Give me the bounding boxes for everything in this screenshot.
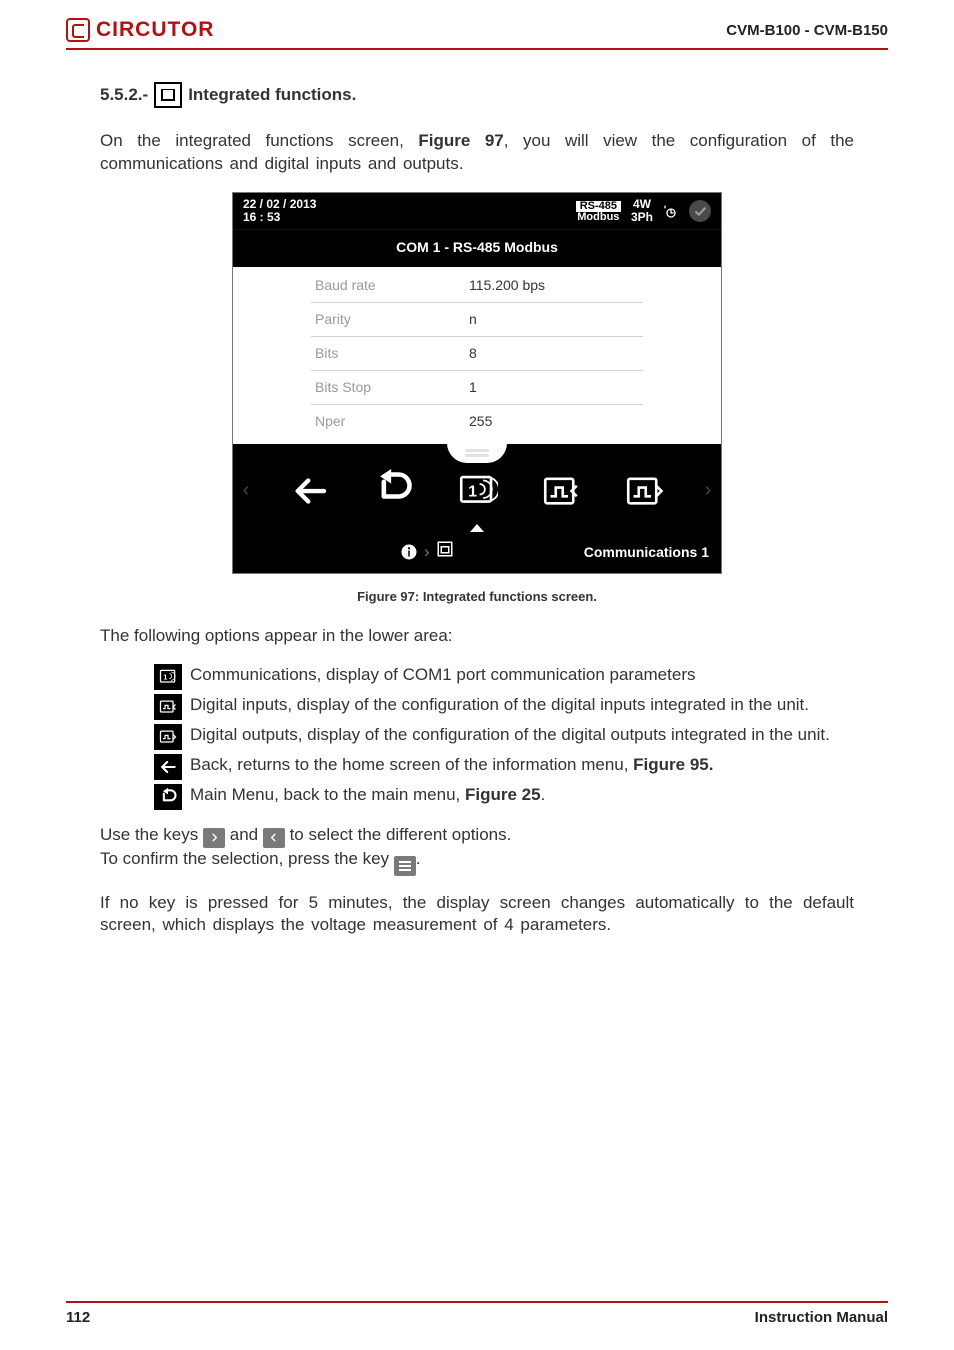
back-text-pre: Back, returns to the home screen of the … xyxy=(190,755,633,774)
timeout-paragraph: If no key is pressed for 5 minutes, the … xyxy=(100,892,854,938)
list-item: Main Menu, back to the main menu, Figure… xyxy=(154,784,854,810)
communications-icon: 1 xyxy=(154,664,182,690)
section-title: Integrated functions. xyxy=(188,84,356,107)
page-content: 5.5.2.- Integrated functions. On the int… xyxy=(0,50,954,937)
setting-value: 255 xyxy=(461,405,643,438)
chevron-left-icon[interactable]: ‹ xyxy=(239,477,253,504)
intro-text-pre: On the integrated functions screen, xyxy=(100,131,418,150)
device-datetime: 22 / 02 / 2013 16 : 53 xyxy=(243,198,316,224)
setting-key: Baud rate xyxy=(311,269,461,302)
footer-label: Instruction Manual xyxy=(755,1309,888,1326)
list-item-text: Digital outputs, display of the configur… xyxy=(190,724,854,746)
setting-key: Bits xyxy=(311,337,461,370)
info-icon xyxy=(400,543,418,561)
digital-inputs-icon[interactable] xyxy=(534,464,588,518)
table-row: Baud rate 115.200 bps xyxy=(311,269,643,303)
section-number: 5.5.2.- xyxy=(100,84,148,107)
pull-handle-icon[interactable] xyxy=(447,443,507,463)
integrated-functions-icon xyxy=(154,82,182,108)
setting-key: Parity xyxy=(311,303,461,336)
figure-caption: Figure 97: Integrated functions screen. xyxy=(100,588,854,606)
device-time: 16 : 53 xyxy=(243,211,316,224)
list-item-text: Communications, display of COM1 port com… xyxy=(190,664,854,686)
comm-protocol-indicator: RS-485 Modbus xyxy=(576,199,621,224)
digital-outputs-icon xyxy=(154,724,182,750)
page-footer: 112 Instruction Manual xyxy=(66,1301,888,1326)
device-panel-title: COM 1 - RS-485 Modbus xyxy=(233,229,721,267)
keys-text-post: to select the different options. xyxy=(290,825,512,844)
breadcrumb-square-icon xyxy=(436,540,454,565)
section-heading: 5.5.2.- Integrated functions. xyxy=(100,82,854,108)
list-item-text: Digital inputs, display of the configura… xyxy=(190,694,854,716)
brand-name: CIRCUTOR xyxy=(96,18,214,42)
device-settings-table: Baud rate 115.200 bps Parity n Bits 8 Bi… xyxy=(233,267,721,443)
setting-key: Nper xyxy=(311,405,461,438)
undo-icon xyxy=(154,784,182,810)
communications-icon[interactable]: 1 xyxy=(450,464,504,518)
keys-text-mid: and xyxy=(230,825,263,844)
page-header: CIRCUTOR CVM-B100 - CVM-B150 xyxy=(0,0,954,42)
list-item: Back, returns to the home screen of the … xyxy=(154,754,854,780)
list-item-text: Back, returns to the home screen of the … xyxy=(190,754,854,776)
device-screenshot: 22 / 02 / 2013 16 : 53 RS-485 Modbus 4W … xyxy=(232,192,722,574)
footer-label: Communications 1 xyxy=(584,543,709,562)
wiring-indicator: 4W 3Ph xyxy=(631,198,653,223)
undo-icon[interactable] xyxy=(366,464,420,518)
table-row: Nper 255 xyxy=(311,405,643,438)
menu-key-icon xyxy=(394,856,416,876)
brand-logo-mark xyxy=(66,18,90,42)
digital-outputs-icon[interactable] xyxy=(617,464,671,518)
main-text-post: . xyxy=(541,785,546,804)
table-row: Bits Stop 1 xyxy=(311,371,643,405)
main-text-pre: Main Menu, back to the main menu, xyxy=(190,785,465,804)
page-number: 112 xyxy=(66,1309,90,1326)
breadcrumb-sep: › xyxy=(424,541,430,564)
confirm-text-post: . xyxy=(416,849,421,868)
ok-status-icon xyxy=(689,200,711,222)
setting-value: 115.200 bps xyxy=(461,269,643,302)
chevron-right-icon[interactable]: › xyxy=(701,477,715,504)
brand-logo: CIRCUTOR xyxy=(66,18,214,42)
list-item: 1 Communications, display of COM1 port c… xyxy=(154,664,854,690)
setting-key: Bits Stop xyxy=(311,371,461,404)
main-figure-ref: Figure 25 xyxy=(465,785,541,804)
document-id: CVM-B100 - CVM-B150 xyxy=(726,22,888,39)
device-footer: › Communications 1 xyxy=(233,534,721,573)
list-item: Digital outputs, display of the configur… xyxy=(154,724,854,750)
breadcrumb: › xyxy=(400,540,454,565)
selection-marker-icon xyxy=(470,524,484,532)
modbus-label: Modbus xyxy=(576,212,621,224)
device-status-bar: 22 / 02 / 2013 16 : 53 RS-485 Modbus 4W … xyxy=(233,193,721,229)
back-arrow-icon xyxy=(154,754,182,780)
keys-text-pre: Use the keys xyxy=(100,825,203,844)
intro-paragraph: On the integrated functions screen, Figu… xyxy=(100,130,854,176)
intro-figure-ref: Figure 97 xyxy=(418,131,503,150)
svg-text:1: 1 xyxy=(468,483,477,500)
table-row: Bits 8 xyxy=(311,337,643,371)
lower-area-intro: The following options appear in the lowe… xyxy=(100,625,854,648)
icon-bullet-list: 1 Communications, display of COM1 port c… xyxy=(154,664,854,810)
setting-value: 8 xyxy=(461,337,643,370)
table-row: Parity n xyxy=(311,303,643,337)
device-nav-bar: ‹ 1 xyxy=(233,444,721,534)
confirm-text-pre: To confirm the selection, press the key xyxy=(100,849,394,868)
list-item-text: Main Menu, back to the main menu, Figure… xyxy=(190,784,854,806)
right-key-icon xyxy=(203,828,225,848)
wiring-3ph: 3Ph xyxy=(631,211,653,224)
back-figure-ref: Figure 95. xyxy=(633,755,713,774)
battery-icon xyxy=(663,203,679,219)
back-arrow-icon[interactable] xyxy=(283,464,337,518)
setting-value: n xyxy=(461,303,643,336)
keys-paragraph: Use the keys and to select the different… xyxy=(100,824,854,876)
svg-text:1: 1 xyxy=(163,674,167,682)
left-key-icon xyxy=(263,828,285,848)
list-item: Digital inputs, display of the configura… xyxy=(154,694,854,720)
setting-value: 1 xyxy=(461,371,643,404)
digital-inputs-icon xyxy=(154,694,182,720)
